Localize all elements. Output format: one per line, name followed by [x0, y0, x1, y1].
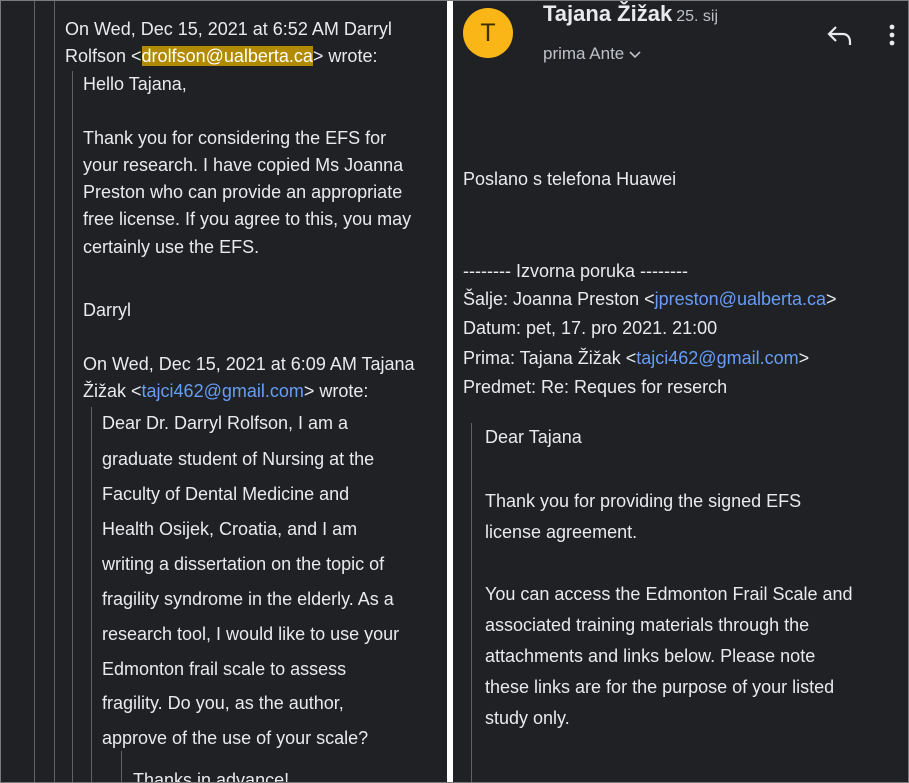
sender-email-link[interactable]: drolfson@ualberta.ca	[141, 46, 313, 66]
recipients-toggle[interactable]: prima Ante	[543, 44, 642, 64]
recipients-label: prima Ante	[543, 44, 625, 63]
from-email-link[interactable]: jpreston@ualberta.ca	[655, 289, 826, 309]
reply-icon[interactable]	[826, 24, 852, 46]
forward-from: Šalje: Joanna Preston <jpreston@ualberta…	[463, 289, 837, 309]
nested-quote-line: Health Osijek, Croatia, and I am	[102, 519, 358, 539]
nested-quote-line: Faculty of Dental Medicine and	[102, 484, 350, 504]
reply-line: certainly use the EFS.	[83, 237, 260, 257]
forward-quote-line: study only.	[485, 708, 570, 728]
nested-quote-line: Edmonton frail scale to assess	[102, 659, 347, 679]
message-date: 25. sij	[676, 8, 718, 25]
quote-bar-level-1	[54, 1, 55, 782]
quote-bar-level-2	[72, 71, 73, 782]
chevron-down-icon	[629, 50, 641, 58]
more-vert-icon[interactable]	[885, 23, 899, 47]
forward-header: -------- Izvorna poruka --------	[463, 261, 688, 281]
right-email-panel: T Tajana Žižak 25. sij prima Ante Poslano…	[453, 1, 908, 782]
reply-line: free license. If you agree to this, you …	[83, 209, 412, 229]
forward-date: Datum: pet, 17. pro 2021. 21:00	[463, 318, 718, 338]
to-email-link[interactable]: tajci462@gmail.com	[636, 348, 798, 368]
forward-subject: Predmet: Re: Reques for reserch	[463, 377, 728, 397]
screenshot-frame: On Wed, Dec 15, 2021 at 6:52 AM Darryl R…	[0, 0, 909, 783]
forward-quote-line: Thank you for providing the signed EFS	[485, 491, 802, 511]
reply-signature: Darryl	[83, 300, 131, 320]
nested-quote-line: fragility. Do you, as the author,	[102, 693, 344, 713]
reply-line: Hello Tajana,	[83, 74, 187, 94]
forward-quote-line: associated training materials through th…	[485, 615, 810, 635]
nested-sender-email-link[interactable]: tajci462@gmail.com	[142, 381, 304, 401]
reply-line: Preston who can provide an appropriate	[83, 182, 403, 202]
nested-quote-line: graduate student of Nursing at the	[102, 449, 375, 469]
quoted-header-line: On Wed, Dec 15, 2021 at 6:52 AM Darryl	[65, 19, 392, 39]
forward-to: Prima: Tajana Žižak <tajci462@gmail.com>	[463, 348, 810, 368]
sender-header: Tajana Žižak 25. sij	[543, 1, 718, 27]
nested-quote-line: writing a dissertation on the topic of	[102, 554, 385, 574]
left-email-panel: On Wed, Dec 15, 2021 at 6:52 AM Darryl R…	[1, 1, 447, 783]
forward-quote-line: these links are for the purpose of your …	[485, 677, 835, 697]
nested-quote-header: Žižak <tajci462@gmail.com> wrote:	[83, 381, 369, 401]
nested-quote-header: On Wed, Dec 15, 2021 at 6:09 AM Tajana	[83, 354, 415, 374]
reply-line: Thank you for considering the EFS for	[83, 128, 387, 148]
nested-quote-line: Dear Dr. Darryl Rolfson, I am a	[102, 413, 349, 433]
sender-avatar[interactable]: T	[463, 8, 513, 58]
quote-bar-level-3	[91, 407, 92, 782]
quoted-header-line: Rolfson <drolfson@ualberta.ca> wrote:	[65, 46, 378, 66]
nested-quote-line: approve of the use of your scale?	[102, 728, 369, 748]
nested-quote-line: research tool, I would like to use your	[102, 624, 400, 644]
signature-line: Poslano s telefona Huawei	[463, 169, 677, 189]
forward-quote-line: license agreement.	[485, 522, 638, 542]
forward-quote-line: You can access the Edmonton Frail Scale …	[485, 584, 853, 604]
quote-bar-outer	[34, 1, 35, 782]
reply-line: your research. I have copied Ms Joanna	[83, 155, 404, 175]
forward-quote-line: Dear Tajana	[485, 427, 582, 447]
sender-name[interactable]: Tajana Žižak	[543, 1, 672, 26]
nested-quote-line: fragility syndrome in the elderly. As a	[102, 589, 394, 609]
quote-bar-level-4	[121, 751, 122, 782]
forward-quote-bar	[471, 423, 472, 782]
forward-quote-line: attachments and links below. Please note	[485, 646, 816, 666]
nested-quote-line: Thanks in advance!	[133, 770, 290, 783]
